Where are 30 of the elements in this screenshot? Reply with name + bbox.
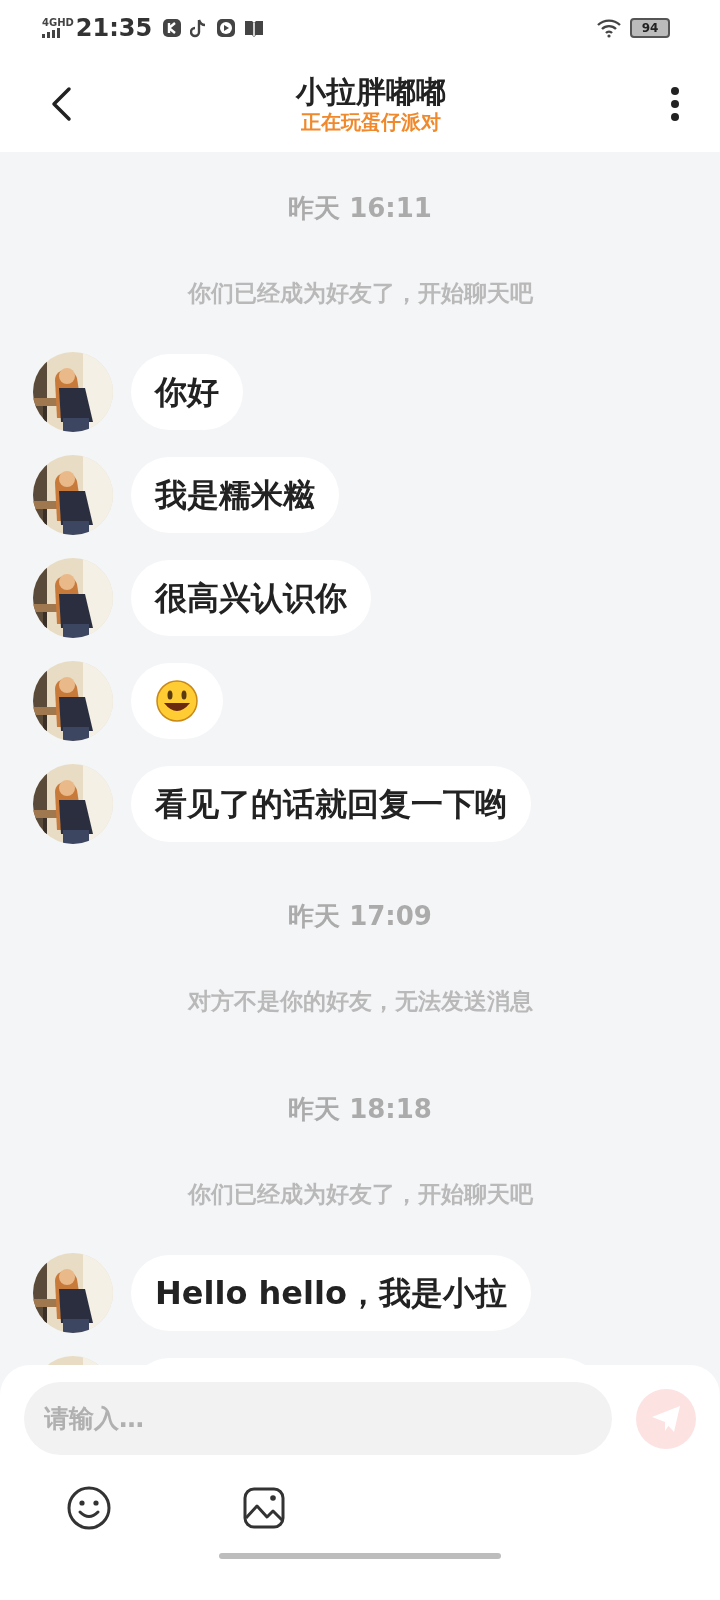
network-label: 4GHD bbox=[42, 17, 74, 28]
back-icon bbox=[50, 85, 72, 122]
message-bubble: 你好 bbox=[131, 354, 243, 430]
system-notice: 对方不是你的好友，无法发送消息 bbox=[186, 987, 534, 1016]
back-button[interactable] bbox=[50, 85, 72, 122]
smiley-icon bbox=[155, 679, 199, 723]
message-bubble: 很高兴认识你 bbox=[131, 560, 371, 636]
battery-level: 94 bbox=[630, 17, 670, 38]
message-bubble: 我是糯米糍 bbox=[131, 457, 339, 533]
timestamp: 昨天 17:09 bbox=[287, 900, 433, 933]
emoji-button[interactable] bbox=[66, 1485, 112, 1531]
message-input[interactable]: 请输入… bbox=[24, 1382, 612, 1455]
image-icon bbox=[242, 1486, 286, 1530]
chat-title: 小拉胖嘟嘟 bbox=[296, 73, 446, 110]
status-subtitle: 正在玩蛋仔派对 bbox=[301, 109, 441, 134]
message-bubble: Hello hello，我是小拉 bbox=[131, 1255, 531, 1331]
app-icon bbox=[162, 17, 183, 38]
more-icon bbox=[670, 85, 680, 122]
play-icon bbox=[216, 17, 237, 38]
smiley-icon bbox=[66, 1485, 112, 1531]
system-notice: 你们已经成为好友了，开始聊天吧 bbox=[186, 279, 534, 308]
status-time: 21:35 bbox=[75, 12, 153, 44]
timestamp: 昨天 18:18 bbox=[287, 1093, 433, 1126]
timestamp: 昨天 16:11 bbox=[287, 192, 433, 225]
more-button[interactable] bbox=[670, 85, 680, 122]
wifi-icon bbox=[596, 17, 622, 38]
book-icon bbox=[244, 18, 265, 37]
image-button[interactable] bbox=[242, 1486, 286, 1530]
message-bubble: 看见了的话就回复一下哟 bbox=[131, 766, 531, 842]
system-notice: 你们已经成为好友了，开始聊天吧 bbox=[186, 1180, 534, 1209]
